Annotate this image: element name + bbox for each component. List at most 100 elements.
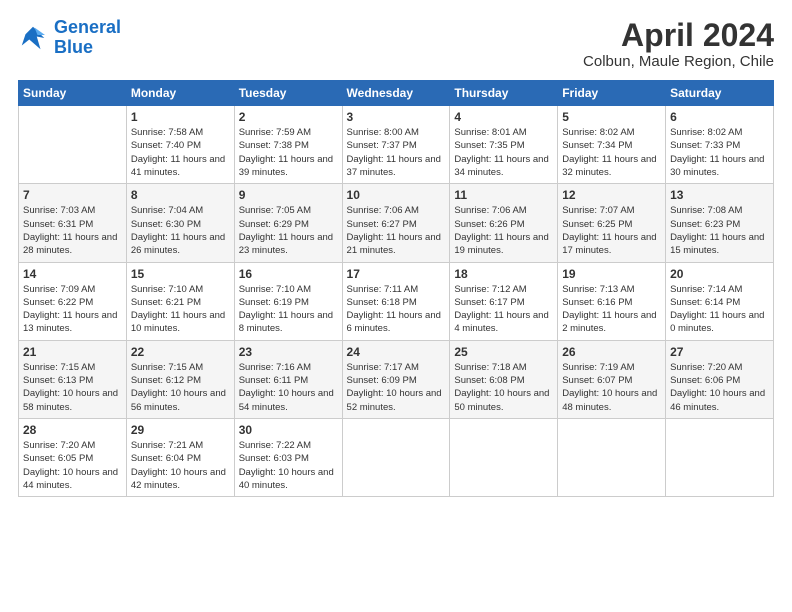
calendar-week-row: 21 Sunrise: 7:15 AMSunset: 6:13 PMDayligh… <box>19 340 774 418</box>
weekday-header: Saturday <box>666 81 774 106</box>
calendar-cell: 8 Sunrise: 7:04 AMSunset: 6:30 PMDaylight… <box>126 184 234 262</box>
calendar-cell <box>666 418 774 496</box>
day-info: Sunrise: 7:11 AMSunset: 6:18 PMDaylight:… <box>347 283 446 336</box>
page: General Blue April 2024 Colbun, Maule Re… <box>0 0 792 612</box>
day-info: Sunrise: 7:15 AMSunset: 6:13 PMDaylight:… <box>23 361 122 414</box>
day-info: Sunrise: 7:21 AMSunset: 6:04 PMDaylight:… <box>131 439 230 492</box>
calendar-week-row: 7 Sunrise: 7:03 AMSunset: 6:31 PMDaylight… <box>19 184 774 262</box>
weekday-header: Thursday <box>450 81 558 106</box>
day-info: Sunrise: 8:02 AMSunset: 7:34 PMDaylight:… <box>562 126 661 179</box>
calendar-cell: 17 Sunrise: 7:11 AMSunset: 6:18 PMDayligh… <box>342 262 450 340</box>
calendar-cell: 6 Sunrise: 8:02 AMSunset: 7:33 PMDaylight… <box>666 106 774 184</box>
day-number: 28 <box>23 423 122 437</box>
day-info: Sunrise: 7:12 AMSunset: 6:17 PMDaylight:… <box>454 283 553 336</box>
day-info: Sunrise: 7:10 AMSunset: 6:21 PMDaylight:… <box>131 283 230 336</box>
day-info: Sunrise: 7:58 AMSunset: 7:40 PMDaylight:… <box>131 126 230 179</box>
day-number: 3 <box>347 110 446 124</box>
calendar-cell: 27Sunrise: 7:20 AMSunset: 6:06 PMDayligh… <box>666 340 774 418</box>
month-title: April 2024 <box>583 18 774 53</box>
day-number: 14 <box>23 267 122 281</box>
calendar-cell: 13 Sunrise: 7:08 AMSunset: 6:23 PMDayligh… <box>666 184 774 262</box>
day-number: 25 <box>454 345 553 359</box>
day-info: Sunrise: 7:59 AMSunset: 7:38 PMDaylight:… <box>239 126 338 179</box>
weekday-header: Monday <box>126 81 234 106</box>
weekday-header: Sunday <box>19 81 127 106</box>
title-block: April 2024 Colbun, Maule Region, Chile <box>583 18 774 70</box>
calendar-week-row: 14 Sunrise: 7:09 AMSunset: 6:22 PMDayligh… <box>19 262 774 340</box>
calendar-cell <box>19 106 127 184</box>
day-info: Sunrise: 7:13 AMSunset: 6:16 PMDaylight:… <box>562 283 661 336</box>
calendar-cell: 16 Sunrise: 7:10 AMSunset: 6:19 PMDayligh… <box>234 262 342 340</box>
day-number: 10 <box>347 188 446 202</box>
day-number: 2 <box>239 110 338 124</box>
weekday-header: Friday <box>558 81 666 106</box>
day-number: 21 <box>23 345 122 359</box>
day-info: Sunrise: 7:09 AMSunset: 6:22 PMDaylight:… <box>23 283 122 336</box>
day-number: 19 <box>562 267 661 281</box>
weekday-header: Tuesday <box>234 81 342 106</box>
day-number: 24 <box>347 345 446 359</box>
day-number: 30 <box>239 423 338 437</box>
day-number: 20 <box>670 267 769 281</box>
calendar-cell: 22 Sunrise: 7:15 AMSunset: 6:12 PMDayligh… <box>126 340 234 418</box>
day-info: Sunrise: 7:19 AMSunset: 6:07 PMDaylight:… <box>562 361 661 414</box>
day-info: Sunrise: 7:04 AMSunset: 6:30 PMDaylight:… <box>131 204 230 257</box>
calendar-cell: 23Sunrise: 7:16 AMSunset: 6:11 PMDayligh… <box>234 340 342 418</box>
day-number: 4 <box>454 110 553 124</box>
calendar-cell: 19 Sunrise: 7:13 AMSunset: 6:16 PMDayligh… <box>558 262 666 340</box>
day-info: Sunrise: 7:03 AMSunset: 6:31 PMDaylight:… <box>23 204 122 257</box>
day-number: 22 <box>131 345 230 359</box>
day-number: 29 <box>131 423 230 437</box>
calendar-cell <box>450 418 558 496</box>
calendar-cell: 10Sunrise: 7:06 AMSunset: 6:27 PMDayligh… <box>342 184 450 262</box>
calendar-cell: 1 Sunrise: 7:58 AMSunset: 7:40 PMDaylight… <box>126 106 234 184</box>
day-info: Sunrise: 7:22 AMSunset: 6:03 PMDaylight:… <box>239 439 338 492</box>
day-number: 13 <box>670 188 769 202</box>
day-number: 23 <box>239 345 338 359</box>
weekday-header: Wednesday <box>342 81 450 106</box>
calendar-cell: 12Sunrise: 7:07 AMSunset: 6:25 PMDayligh… <box>558 184 666 262</box>
day-info: Sunrise: 7:15 AMSunset: 6:12 PMDaylight:… <box>131 361 230 414</box>
calendar-cell: 15 Sunrise: 7:10 AMSunset: 6:21 PMDayligh… <box>126 262 234 340</box>
calendar-cell: 30 Sunrise: 7:22 AMSunset: 6:03 PMDayligh… <box>234 418 342 496</box>
calendar-week-row: 28 Sunrise: 7:20 AMSunset: 6:05 PMDayligh… <box>19 418 774 496</box>
calendar-cell: 29 Sunrise: 7:21 AMSunset: 6:04 PMDayligh… <box>126 418 234 496</box>
header: General Blue April 2024 Colbun, Maule Re… <box>18 18 774 70</box>
calendar-week-row: 1 Sunrise: 7:58 AMSunset: 7:40 PMDaylight… <box>19 106 774 184</box>
logo-text: General Blue <box>54 18 121 58</box>
day-info: Sunrise: 7:18 AMSunset: 6:08 PMDaylight:… <box>454 361 553 414</box>
day-info: Sunrise: 8:00 AMSunset: 7:37 PMDaylight:… <box>347 126 446 179</box>
day-number: 1 <box>131 110 230 124</box>
day-number: 15 <box>131 267 230 281</box>
calendar-cell: 24 Sunrise: 7:17 AMSunset: 6:09 PMDayligh… <box>342 340 450 418</box>
day-info: Sunrise: 7:10 AMSunset: 6:19 PMDaylight:… <box>239 283 338 336</box>
day-number: 5 <box>562 110 661 124</box>
calendar-cell: 11Sunrise: 7:06 AMSunset: 6:26 PMDayligh… <box>450 184 558 262</box>
day-info: Sunrise: 8:02 AMSunset: 7:33 PMDaylight:… <box>670 126 769 179</box>
logo-icon <box>18 23 48 53</box>
calendar-cell: 7 Sunrise: 7:03 AMSunset: 6:31 PMDaylight… <box>19 184 127 262</box>
day-info: Sunrise: 7:05 AMSunset: 6:29 PMDaylight:… <box>239 204 338 257</box>
day-info: Sunrise: 7:07 AMSunset: 6:25 PMDaylight:… <box>562 204 661 257</box>
day-info: Sunrise: 7:06 AMSunset: 6:26 PMDaylight:… <box>454 204 553 257</box>
day-number: 6 <box>670 110 769 124</box>
day-info: Sunrise: 7:20 AMSunset: 6:05 PMDaylight:… <box>23 439 122 492</box>
calendar-cell: 14 Sunrise: 7:09 AMSunset: 6:22 PMDayligh… <box>19 262 127 340</box>
calendar-table: SundayMondayTuesdayWednesdayThursdayFrid… <box>18 80 774 497</box>
calendar-header-row: SundayMondayTuesdayWednesdayThursdayFrid… <box>19 81 774 106</box>
day-info: Sunrise: 7:08 AMSunset: 6:23 PMDaylight:… <box>670 204 769 257</box>
calendar-cell: 18Sunrise: 7:12 AMSunset: 6:17 PMDayligh… <box>450 262 558 340</box>
calendar-cell: 9Sunrise: 7:05 AMSunset: 6:29 PMDaylight… <box>234 184 342 262</box>
calendar-cell: 26Sunrise: 7:19 AMSunset: 6:07 PMDayligh… <box>558 340 666 418</box>
day-number: 7 <box>23 188 122 202</box>
calendar-cell: 4Sunrise: 8:01 AMSunset: 7:35 PMDaylight… <box>450 106 558 184</box>
calendar-cell: 5 Sunrise: 8:02 AMSunset: 7:34 PMDaylight… <box>558 106 666 184</box>
day-number: 8 <box>131 188 230 202</box>
calendar-cell: 28 Sunrise: 7:20 AMSunset: 6:05 PMDayligh… <box>19 418 127 496</box>
day-info: Sunrise: 7:17 AMSunset: 6:09 PMDaylight:… <box>347 361 446 414</box>
day-number: 16 <box>239 267 338 281</box>
calendar-cell: 25 Sunrise: 7:18 AMSunset: 6:08 PMDayligh… <box>450 340 558 418</box>
day-info: Sunrise: 7:14 AMSunset: 6:14 PMDaylight:… <box>670 283 769 336</box>
day-number: 17 <box>347 267 446 281</box>
calendar-cell: 21 Sunrise: 7:15 AMSunset: 6:13 PMDayligh… <box>19 340 127 418</box>
